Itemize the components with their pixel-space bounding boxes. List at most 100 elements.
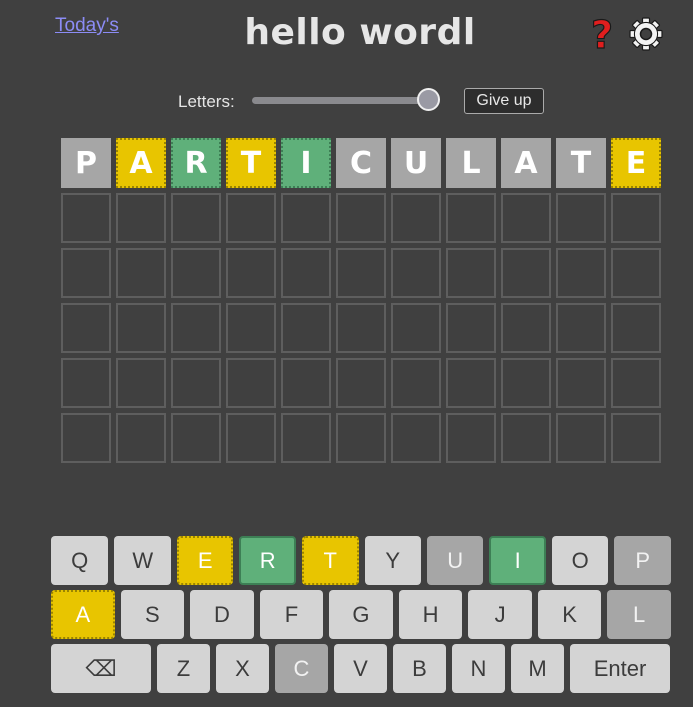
keyboard-row: ⌫ Z X C V B N M Enter xyxy=(51,644,671,693)
key-a[interactable]: A xyxy=(51,590,115,639)
board-tile xyxy=(501,248,551,298)
board-tile xyxy=(446,358,496,408)
board-tile xyxy=(556,358,606,408)
board-tile xyxy=(611,303,661,353)
board-tile xyxy=(446,413,496,463)
board-tile xyxy=(336,193,386,243)
key-o[interactable]: O xyxy=(552,536,609,585)
board-tile: R xyxy=(171,138,221,188)
board-tile xyxy=(226,358,276,408)
board-tile: T xyxy=(226,138,276,188)
board-tile: T xyxy=(556,138,606,188)
key-s[interactable]: S xyxy=(120,590,185,639)
board-tile xyxy=(171,303,221,353)
key-f[interactable]: F xyxy=(259,590,324,639)
keyboard-row: QWERTYUIOP xyxy=(51,536,671,585)
board-tile xyxy=(501,413,551,463)
game-board: PARTICULATE xyxy=(61,138,663,468)
enter-key[interactable]: Enter xyxy=(570,644,670,693)
board-tile xyxy=(281,303,331,353)
board-row xyxy=(61,303,663,353)
backspace-key[interactable]: ⌫ xyxy=(51,644,151,693)
board-tile xyxy=(226,413,276,463)
board-tile xyxy=(391,358,441,408)
board-tile xyxy=(116,303,166,353)
key-p[interactable]: P xyxy=(614,536,671,585)
board-tile xyxy=(336,358,386,408)
board-tile: P xyxy=(61,138,111,188)
board-tile xyxy=(446,193,496,243)
board-tile xyxy=(61,358,111,408)
key-h[interactable]: H xyxy=(398,590,463,639)
board-tile: E xyxy=(611,138,661,188)
key-r[interactable]: R xyxy=(239,536,296,585)
board-tile xyxy=(61,193,111,243)
key-w[interactable]: W xyxy=(114,536,171,585)
board-tile xyxy=(611,193,661,243)
board-tile xyxy=(501,193,551,243)
key-t[interactable]: T xyxy=(302,536,359,585)
board-tile xyxy=(336,248,386,298)
gear-icon[interactable] xyxy=(629,17,663,51)
board-tile xyxy=(611,413,661,463)
board-tile xyxy=(391,193,441,243)
key-l[interactable]: L xyxy=(607,590,671,639)
key-g[interactable]: G xyxy=(329,590,393,639)
board-tile xyxy=(446,248,496,298)
key-e[interactable]: E xyxy=(176,536,234,585)
board-tile xyxy=(226,193,276,243)
key-v[interactable]: V xyxy=(334,644,387,693)
letters-slider-thumb[interactable] xyxy=(417,88,441,111)
board-row: PARTICULATE xyxy=(61,138,663,188)
help-icon-glyph: ? xyxy=(591,14,613,54)
key-z[interactable]: Z xyxy=(157,644,210,693)
key-k[interactable]: K xyxy=(537,590,602,639)
board-tile: L xyxy=(446,138,496,188)
board-tile: U xyxy=(391,138,441,188)
key-y[interactable]: Y xyxy=(364,536,421,585)
board-row xyxy=(61,358,663,408)
board-tile xyxy=(336,413,386,463)
board-tile xyxy=(611,358,661,408)
board-tile xyxy=(391,248,441,298)
help-icon[interactable]: ? xyxy=(588,14,616,54)
board-tile xyxy=(391,413,441,463)
board-tile xyxy=(501,303,551,353)
board-tile xyxy=(556,303,606,353)
key-m[interactable]: M xyxy=(511,644,564,693)
keyboard: Q W E R T Y U I O P A S D F G H J K L ⌫ Z X C V B N M Enter xyxy=(51,536,671,698)
key-j[interactable]: J xyxy=(468,590,532,639)
key-x[interactable]: X xyxy=(216,644,269,693)
board-row xyxy=(61,248,663,298)
board-tile xyxy=(171,193,221,243)
key-n[interactable]: N xyxy=(452,644,505,693)
key-i[interactable]: I xyxy=(489,536,546,585)
board-tile: C xyxy=(336,138,386,188)
board-tile xyxy=(281,193,331,243)
board-tile xyxy=(391,303,441,353)
key-d[interactable]: D xyxy=(190,590,254,639)
board-tile xyxy=(556,193,606,243)
letters-slider-track[interactable] xyxy=(252,97,438,104)
board-tile xyxy=(61,413,111,463)
board-tile xyxy=(501,358,551,408)
board-tile: A xyxy=(116,138,166,188)
key-q[interactable]: Q xyxy=(51,536,109,585)
key-c[interactable]: C xyxy=(275,644,328,693)
board-tile xyxy=(336,303,386,353)
key-b[interactable]: B xyxy=(393,644,446,693)
board-tile xyxy=(446,303,496,353)
board-row xyxy=(61,193,663,243)
board-tile xyxy=(556,248,606,298)
letters-label: Letters: xyxy=(178,92,235,111)
board-tile xyxy=(611,248,661,298)
board-tile: A xyxy=(501,138,551,188)
key-u[interactable]: U xyxy=(427,536,484,585)
board-tile xyxy=(281,358,331,408)
board-tile xyxy=(171,248,221,298)
give-up-button[interactable]: Give up xyxy=(464,88,544,114)
board-tile xyxy=(61,248,111,298)
board-tile xyxy=(556,413,606,463)
board-tile xyxy=(116,193,166,243)
board-tile xyxy=(116,358,166,408)
